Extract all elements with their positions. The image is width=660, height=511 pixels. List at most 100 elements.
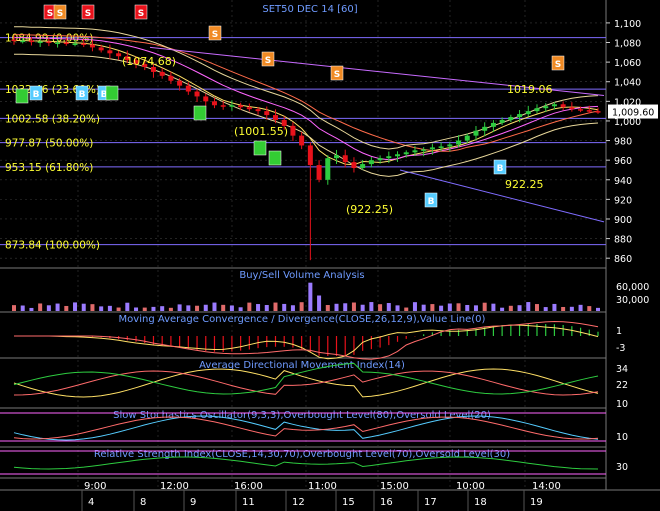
volume-bar — [473, 305, 478, 311]
volume-bar — [465, 304, 470, 311]
volume-bar — [282, 303, 287, 311]
chart-title: SET50 DEC 14 [60] — [262, 4, 357, 15]
volume-bar — [238, 307, 243, 311]
signal-label: S — [57, 9, 63, 19]
volume-bar — [386, 303, 391, 311]
candle-body — [20, 40, 26, 43]
volume-bar — [125, 302, 130, 311]
candle-body — [211, 101, 217, 106]
candle-body — [194, 91, 200, 97]
volume-bar — [81, 303, 86, 311]
candle-body — [508, 117, 514, 120]
volume-bar — [317, 295, 322, 311]
date-label: 9 — [190, 497, 196, 508]
volume-bar — [160, 306, 165, 311]
price-annotation: (922.25) — [346, 203, 393, 216]
signal-label: B — [497, 164, 504, 174]
candle-body — [490, 122, 496, 127]
chart-canvas[interactable]: 1084.99 (0.00%)1032.46 (23.60%)1002.58 (… — [0, 0, 660, 511]
volume-bar — [552, 303, 557, 311]
volume-bar — [64, 305, 69, 311]
candle-body — [586, 110, 592, 112]
volume-bar — [491, 303, 496, 311]
volume-bar — [29, 307, 34, 311]
date-label: 4 — [88, 497, 94, 508]
candle-body — [429, 147, 435, 150]
time-label: 14:00 — [532, 481, 561, 492]
volume-bar — [299, 302, 304, 311]
panel-tick-label: 1 — [616, 326, 622, 337]
candle-body — [360, 164, 366, 168]
volume-bar — [20, 305, 25, 311]
candle-body — [81, 43, 87, 45]
volume-bar — [561, 306, 566, 311]
signal-label: S — [334, 70, 340, 80]
price-tick-label: 1,000 — [614, 117, 641, 128]
signal-marker — [253, 140, 267, 156]
candle-body — [412, 150, 418, 153]
signal-label: S — [212, 30, 218, 40]
volume-bar — [404, 307, 409, 311]
candle-body — [395, 154, 401, 157]
candle-body — [185, 85, 191, 92]
volume-bar — [500, 307, 505, 311]
candle-body — [55, 42, 61, 45]
volume-bar — [212, 302, 217, 311]
adx-line — [13, 368, 599, 398]
candle-body — [63, 42, 69, 45]
candle-body — [473, 130, 479, 136]
fib-level-label: 953.15 (61.80%) — [5, 162, 93, 174]
candle-body — [325, 158, 331, 180]
price-tick-label: 960 — [614, 156, 632, 167]
candle-body — [403, 152, 409, 155]
volume-bar — [351, 302, 356, 311]
price-tick-label: 1,080 — [614, 39, 641, 50]
volume-bar — [177, 304, 182, 311]
candle-body — [456, 140, 462, 145]
volume-bar — [203, 304, 208, 311]
candle-body — [37, 41, 43, 44]
signal-label: S — [138, 9, 144, 19]
volume-bar — [264, 305, 269, 311]
price-tick-label: 860 — [614, 254, 632, 265]
candle-body — [386, 156, 392, 159]
price-tick-label: 940 — [614, 176, 632, 187]
signal-marker — [15, 88, 29, 104]
signal-label: S — [555, 60, 561, 70]
date-label: 18 — [474, 497, 487, 508]
candle-body — [517, 114, 523, 118]
volume-bar — [334, 303, 339, 311]
candle-body — [159, 71, 165, 76]
volume-bar — [447, 303, 452, 311]
volume-bar — [151, 306, 156, 311]
candle-body — [334, 155, 340, 159]
candle-body — [342, 155, 348, 163]
candle-body — [377, 158, 383, 161]
fib-level-label: 977.87 (50.00%) — [5, 138, 93, 150]
candle-body — [560, 104, 566, 108]
signal-marker — [193, 105, 207, 121]
time-label: 12:00 — [160, 481, 189, 492]
time-label: 10:00 — [456, 481, 485, 492]
date-label: 19 — [530, 497, 543, 508]
candle-body — [551, 104, 557, 107]
price-tick-label: 1,060 — [614, 58, 641, 69]
candle-body — [107, 50, 113, 54]
volume-bar — [256, 304, 261, 311]
volume-bar — [343, 303, 348, 311]
candle-body — [299, 135, 305, 146]
volume-bar — [12, 305, 16, 311]
signal-label: S — [265, 56, 271, 66]
price-annotation: 922.25 — [505, 178, 544, 191]
price-tick-label: 1,020 — [614, 97, 641, 108]
candle-body — [499, 119, 505, 123]
panel-title-volume: Buy/Sell Volume Analysis — [239, 270, 364, 281]
date-label: 16 — [380, 497, 393, 508]
signal-marker — [105, 85, 119, 101]
candle-body — [98, 47, 104, 51]
date-label: 11 — [242, 497, 255, 508]
panel-tick-label: 34 — [616, 364, 628, 375]
volume-bar — [395, 305, 400, 311]
panel-tick-label: 30,000 — [616, 295, 649, 306]
panel-tick-label: 30 — [616, 462, 628, 473]
